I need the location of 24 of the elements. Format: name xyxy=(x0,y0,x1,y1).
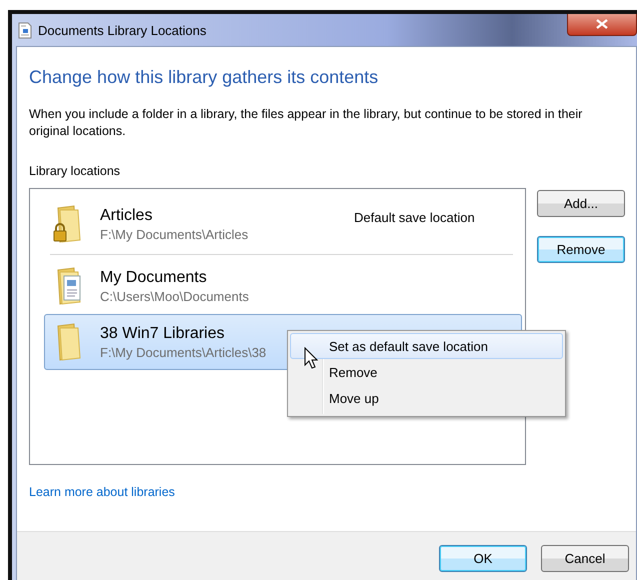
folder-path: F:\My Documents\Articles\38 xyxy=(100,344,266,360)
folder-name: My Documents xyxy=(100,268,208,286)
help-link[interactable]: Learn more about libraries xyxy=(29,485,175,499)
folder-name: 38 Win7 Libraries xyxy=(100,324,226,342)
pointer-icon xyxy=(304,347,318,369)
dialog-button[interactable]: OK xyxy=(439,545,527,572)
list-label: Library locations xyxy=(29,164,120,178)
folder-path: C:\Users\Moo\Documents xyxy=(100,288,249,304)
dialog-button[interactable]: Cancel xyxy=(541,545,629,572)
location-item[interactable]: My Documents C:\Users\Moo\Documents xyxy=(47,258,512,314)
location-item[interactable]: Articles F:\My Documents\Articles Default save location xyxy=(47,196,512,252)
side-button[interactable]: Add... xyxy=(537,190,625,217)
folder-name: Articles xyxy=(100,206,154,224)
close-icon xyxy=(596,19,608,29)
close-button[interactable] xyxy=(567,14,637,36)
description-text: When you include a folder in a library, the files appear in the library, but continue to be stored in their original locations. xyxy=(29,106,584,140)
window-title: Documents Library Locations xyxy=(38,22,206,38)
menu-item[interactable]: Move up xyxy=(290,385,563,411)
side-button[interactable]: Remove xyxy=(537,236,625,263)
dialog-heading: Change how this library gathers its contents xyxy=(29,67,380,88)
menu-item[interactable]: Set as default save location xyxy=(290,333,563,359)
folder-path: F:\My Documents\Articles xyxy=(100,226,248,242)
default-location-label: Default save location xyxy=(354,210,475,225)
document-icon xyxy=(18,22,32,38)
